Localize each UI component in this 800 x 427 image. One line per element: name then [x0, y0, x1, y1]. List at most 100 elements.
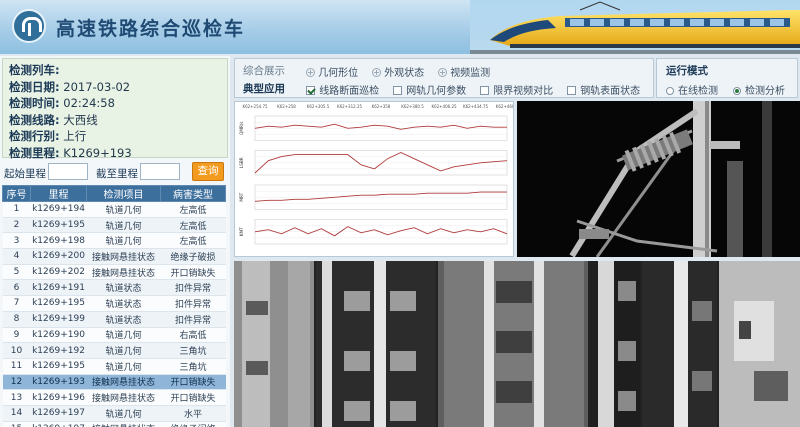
col-header-defect: 病害类型 [160, 185, 226, 202]
series-label: KMT [239, 227, 244, 236]
table-row[interactable]: 9 k1269+190 轨道几何 右高低 [2, 327, 226, 344]
table-row[interactable]: 10 k1269+192 轨道几何 三角坑 [2, 342, 226, 359]
table-row[interactable]: 2 k1269+195 轨道几何 左高低 [2, 217, 226, 234]
table-row[interactable]: 5 k1269+202 接触网悬挂状态 开口销缺失 [2, 264, 226, 281]
direction-label: 检测行别: [9, 129, 60, 144]
series-label: MRT [239, 192, 244, 201]
cell-item: 轨道几何 [86, 232, 161, 250]
cell-index: 15 [2, 421, 31, 427]
inspection-info-box: 检测列车: 检测日期: 2017-03-02 检测时间: 02:24:58 检测… [2, 58, 228, 160]
direction-row: 检测行别: 上行 [9, 128, 221, 145]
line-value: 大西线 [63, 112, 98, 127]
run-mode-panel: 运行模式 在线检测 检测分析 [656, 58, 798, 98]
cell-defect: 开口销缺失 [160, 374, 226, 391]
mileage-value: K1269+193 [63, 145, 132, 160]
cell-defect: 左高低 [160, 232, 226, 250]
cell-defect: 左高低 [160, 201, 226, 218]
start-mileage-input[interactable] [48, 163, 88, 180]
series-line [254, 191, 507, 202]
series-line [254, 123, 507, 130]
table-row[interactable]: 1 k1269+194 轨道几何 左高低 [2, 201, 226, 218]
checkbox-icon[interactable] [393, 85, 403, 95]
table-row[interactable]: 11 k1269+195 轨道几何 三角坑 [2, 358, 226, 375]
cell-defect: 左高低 [160, 217, 226, 234]
cell-defect: 右高低 [160, 327, 226, 344]
cell-mileage: k1269+195 [30, 358, 87, 375]
cell-item: 轨道几何 [86, 201, 161, 218]
overview-option[interactable]: 几何形位 [306, 64, 358, 79]
x-tick-label: K62+254.75 [242, 104, 268, 109]
cell-mileage: k1269+192 [30, 342, 87, 359]
table-row[interactable]: 8 k1269+199 轨道状态 扣件异常 [2, 311, 226, 328]
overview-option[interactable]: 外观状态 [372, 64, 424, 79]
typical-option[interactable]: 钢轨表面状态 [567, 82, 640, 97]
expand-plus-icon [438, 67, 448, 77]
cell-item: 接触网悬挂状态 [86, 374, 161, 391]
cell-defect: 扣件异常 [160, 295, 226, 312]
cell-defect: 扣件异常 [160, 279, 226, 297]
cell-item: 接触网悬挂状态 [86, 389, 161, 406]
overview-option-label: 外观状态 [384, 67, 425, 79]
series-label: QMR/s [239, 122, 244, 135]
chart-svg: K62+254.75 K62+258 K62+305.5 K62+312.25 K62+… [239, 104, 519, 245]
typical-option[interactable]: 线路断面巡检 [306, 82, 379, 97]
date-label: 检测日期: [9, 79, 60, 94]
table-row[interactable]: 3 k1269+198 轨道几何 左高低 [2, 232, 226, 250]
left-panel: 检测列车: 检测日期: 2017-03-02 检测时间: 02:24:58 检测… [0, 56, 230, 427]
cell-item: 轨道几何 [86, 217, 161, 234]
cell-mileage: k1269+197 [30, 421, 87, 427]
train-label: 检测列车: [9, 63, 60, 77]
cell-defect: 绝缘子闪络 [160, 421, 226, 427]
table-row[interactable]: 4 k1269+200 接触网悬挂状态 绝缘子破损 [2, 248, 226, 265]
checkbox-icon[interactable] [480, 85, 490, 95]
line-label: 检测线路: [9, 112, 60, 127]
table-row[interactable]: 7 k1269+195 轨道状态 扣件异常 [2, 295, 226, 312]
run-mode-title: 运行模式 [666, 65, 708, 77]
table-row[interactable]: 15k1269+197接触网悬挂状态绝缘子闪络 [2, 421, 226, 427]
railway-logo-icon [12, 9, 46, 43]
cell-index: 1 [2, 201, 31, 218]
overview-option-label: 视频监测 [450, 67, 491, 79]
mode-option-label: 在线检测 [678, 86, 718, 97]
typical-option-label: 网轨几何参数 [406, 85, 467, 97]
cell-mileage: k1269+200 [30, 248, 87, 265]
catenary-insulator-image [517, 101, 800, 257]
mode-option-label: 检测分析 [745, 86, 785, 97]
overview-row: 综合展示 几何形位 外观状态 视频监测 [243, 63, 504, 79]
typical-option[interactable]: 网轨几何参数 [393, 82, 466, 97]
typical-option-label: 限界视频对比 [493, 85, 554, 97]
table-row[interactable]: 14 k1269+197 轨道几何 水平 [2, 405, 226, 422]
checkbox-icon[interactable] [306, 85, 316, 95]
table-row[interactable]: 6 k1269+191 轨道状态 扣件异常 [2, 279, 226, 297]
table-row[interactable]: 12 k1269+193 接触网悬挂状态 开口销缺失 [2, 374, 226, 391]
typical-option[interactable]: 限界视频对比 [480, 82, 553, 97]
table-row[interactable]: 13 k1269+196 接触网悬挂状态 开口销缺失 [2, 389, 226, 406]
end-mileage-input[interactable] [140, 163, 180, 180]
app-window: 高速铁路综合巡检车 检测列车: 检测日期: 2017-03-02 检测时间: 0… [0, 0, 800, 427]
cell-index: 9 [2, 327, 31, 344]
mileage-label: 检测里程: [9, 145, 60, 160]
cell-item: 轨道状态 [86, 311, 161, 328]
typical-option-label: 线路断面巡检 [319, 85, 380, 97]
checkbox-icon[interactable] [567, 85, 577, 95]
cell-index: 3 [2, 232, 31, 250]
col-header-mileage: 里程 [30, 185, 87, 202]
col-header-item: 检测项目 [86, 185, 161, 202]
overview-option[interactable]: 视频监测 [438, 64, 490, 79]
mode-option-analysis[interactable]: 检测分析 [733, 82, 785, 97]
cell-mileage: k1269+195 [30, 217, 87, 234]
cell-mileage: k1269+199 [30, 311, 87, 328]
query-button[interactable]: 查询 [192, 162, 224, 181]
end-mileage-label: 截至里程 [96, 168, 138, 180]
cell-item: 轨道状态 [86, 295, 161, 312]
cell-mileage: k1269+191 [30, 279, 87, 297]
cell-index: 6 [2, 279, 31, 297]
cell-index: 4 [2, 248, 31, 265]
train-row: 检测列车: [9, 62, 221, 79]
cell-item: 接触网悬挂状态 [86, 264, 161, 281]
cell-index: 13 [2, 389, 31, 406]
mode-option-online[interactable]: 在线检测 [666, 82, 718, 97]
expand-plus-icon [372, 67, 382, 77]
time-label: 检测时间: [9, 96, 60, 111]
cell-item: 轨道几何 [86, 358, 161, 375]
